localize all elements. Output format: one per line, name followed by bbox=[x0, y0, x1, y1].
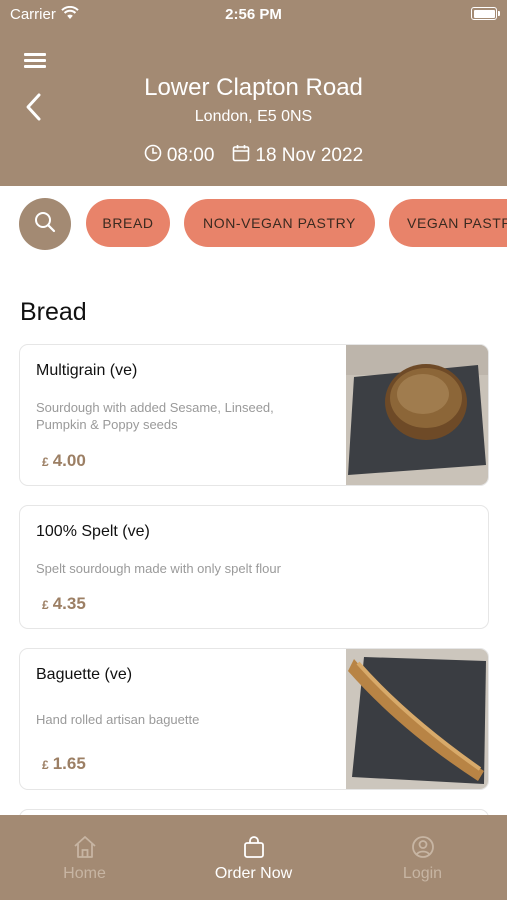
search-icon bbox=[33, 210, 57, 239]
order-date[interactable]: 18 Nov 2022 bbox=[232, 144, 363, 168]
currency-symbol: £ bbox=[42, 758, 49, 772]
app-header: Carrier 2:56 PM Lower Clapton Road Londo… bbox=[0, 0, 507, 186]
product-card[interactable]: Baguette (ve) Hand rolled artisan baguet… bbox=[19, 648, 489, 790]
product-card[interactable]: 100% Spelt (ve) Spelt sourdough made wit… bbox=[19, 505, 489, 629]
product-description: Spelt sourdough made with only spelt flo… bbox=[36, 561, 281, 576]
filter-chip-vegan-pastry[interactable]: VEGAN PASTRY bbox=[389, 199, 507, 247]
product-name: Baguette (ve) bbox=[36, 666, 133, 683]
battery-icon bbox=[471, 7, 500, 20]
tab-order-now-label: Order Now bbox=[214, 865, 293, 882]
tab-home-label: Home bbox=[63, 865, 106, 882]
product-name: 100% Spelt (ve) bbox=[36, 523, 150, 540]
user-circle-icon bbox=[410, 834, 436, 860]
product-price: £1.65 bbox=[42, 754, 86, 774]
product-name: Multigrain (ve) bbox=[36, 362, 138, 379]
store-address: London, E5 0NS bbox=[194, 108, 313, 125]
currency-symbol: £ bbox=[42, 455, 49, 469]
price-value: 4.35 bbox=[52, 594, 86, 613]
product-description: Sourdough with added Sesame, Linseed, Pu… bbox=[36, 400, 274, 432]
section-title: Bread bbox=[20, 298, 87, 326]
order-time-value: 08:00 bbox=[166, 145, 215, 166]
product-card[interactable]: Multigrain (ve) Sourdough with added Ses… bbox=[19, 344, 489, 486]
store-name: Lower Clapton Road bbox=[144, 74, 363, 101]
status-bar: Carrier 2:56 PM bbox=[0, 0, 507, 28]
order-meta: 08:00 18 Nov 2022 bbox=[0, 144, 507, 168]
price-value: 1.65 bbox=[52, 754, 86, 773]
tab-order-now[interactable]: Order Now bbox=[169, 815, 338, 900]
product-price: £4.00 bbox=[42, 451, 86, 471]
menu-button[interactable] bbox=[22, 50, 48, 70]
bottom-tab-bar: Home Order Now Login bbox=[0, 815, 507, 900]
product-description: Hand rolled artisan baguette bbox=[36, 712, 200, 727]
clock-icon bbox=[144, 144, 162, 168]
order-time[interactable]: 08:00 bbox=[144, 144, 215, 168]
order-date-value: 18 Nov 2022 bbox=[255, 145, 364, 166]
price-value: 4.00 bbox=[52, 451, 86, 470]
filter-chip-bread[interactable]: BREAD bbox=[86, 199, 170, 247]
filter-chip-non-vegan-pastry[interactable]: NON-VEGAN PASTRY bbox=[184, 199, 375, 247]
search-button[interactable] bbox=[19, 198, 71, 250]
product-price: £4.35 bbox=[42, 594, 86, 614]
tab-login[interactable]: Login bbox=[338, 815, 507, 900]
calendar-icon bbox=[232, 144, 250, 168]
shopping-bag-icon bbox=[241, 834, 267, 860]
status-time: 2:56 PM bbox=[225, 6, 282, 23]
home-icon bbox=[72, 834, 98, 860]
tab-home[interactable]: Home bbox=[0, 815, 169, 900]
category-filter-bar[interactable]: BREAD NON-VEGAN PASTRY VEGAN PASTRY bbox=[0, 186, 507, 262]
product-image-multigrain bbox=[346, 345, 488, 485]
currency-symbol: £ bbox=[42, 598, 49, 612]
tab-login-label: Login bbox=[402, 865, 443, 882]
product-image-baguette bbox=[346, 649, 488, 789]
